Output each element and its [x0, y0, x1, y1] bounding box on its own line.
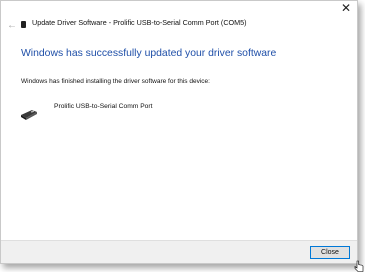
window-title: Update Driver Software - Prolific USB-to… — [32, 18, 247, 27]
window-close-button[interactable]: ✕ — [335, 1, 357, 15]
update-driver-dialog: ✕ ← Update Driver Software - Prolific US… — [0, 0, 358, 264]
device-name: Prolific USB-to-Serial Comm Port — [54, 103, 153, 110]
usb-device-icon — [21, 21, 26, 28]
title-bar: ✕ ← Update Driver Software - Prolific US… — [1, 1, 357, 35]
success-heading: Windows has successfully updated your dr… — [21, 48, 277, 59]
dialog-footer: Close — [1, 240, 357, 263]
mouse-cursor-icon — [354, 260, 364, 272]
back-arrow-icon[interactable]: ← — [7, 20, 17, 31]
close-button[interactable]: Close — [310, 246, 350, 259]
install-info-text: Windows has finished installing the driv… — [21, 78, 210, 85]
serial-port-device-icon — [21, 110, 37, 120]
